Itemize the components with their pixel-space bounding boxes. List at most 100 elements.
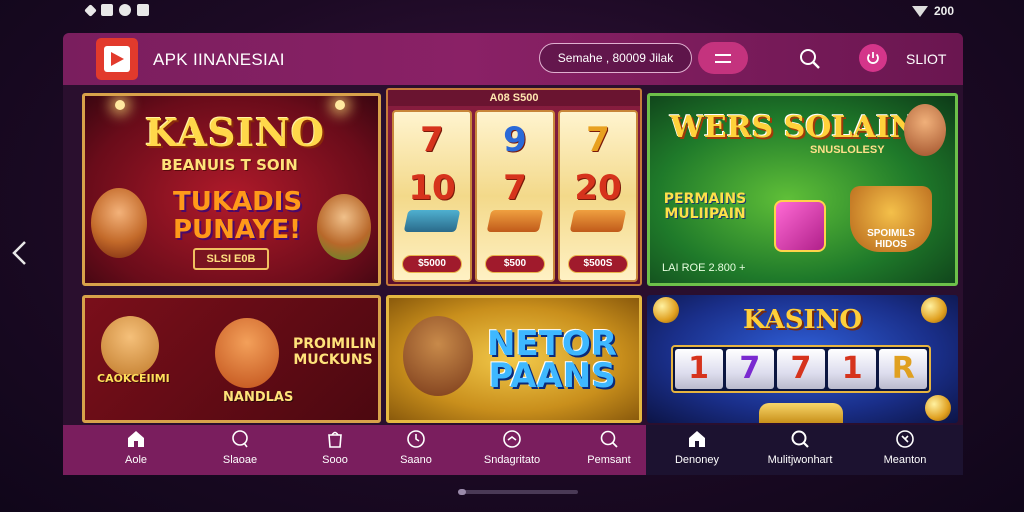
search-icon xyxy=(791,430,809,448)
search-icon xyxy=(600,430,618,448)
menu-button[interactable] xyxy=(698,42,748,74)
nav-label: Slaoae xyxy=(222,454,258,466)
reel-symbol: R xyxy=(879,349,928,389)
tile-plate: SLSI E0B xyxy=(193,248,269,270)
gem-icon xyxy=(569,210,627,232)
gem-icon xyxy=(403,210,461,232)
nav-item-mulitjwonhart[interactable]: Mulitjwonhart xyxy=(754,429,846,473)
bottom-nav: Aole Slaoae Sooo Saano Sndagritato Pemsa… xyxy=(63,425,963,475)
tile-badge: PERMAINS MULIIPAIN xyxy=(663,191,747,222)
nav-label: Aole xyxy=(124,454,148,466)
tile-footer: LAI ROE 2.800 + xyxy=(662,262,746,274)
home-indicator[interactable] xyxy=(458,489,578,495)
reel-symbol: 1 xyxy=(828,349,877,389)
coin-icon xyxy=(925,395,951,421)
nav-item-saano[interactable]: Saano xyxy=(370,429,462,473)
reel-symbol: 7 xyxy=(503,168,527,208)
nav-item-meanton[interactable]: Meanton xyxy=(859,429,951,473)
nav-item-denoney[interactable]: Denoney xyxy=(651,429,743,473)
spotlight xyxy=(115,100,125,110)
reel-price: $500 xyxy=(485,255,545,273)
chevron-left-icon[interactable] xyxy=(8,238,32,268)
nav-label: Denoney xyxy=(674,454,720,466)
tile-title: KASINO xyxy=(743,305,863,335)
coin-icon xyxy=(653,297,679,323)
nav-item-sndagritato[interactable]: Sndagritato xyxy=(466,429,558,473)
status-bar: 200 xyxy=(0,0,1024,24)
nav-item-pemsant[interactable]: Pemsant xyxy=(563,429,655,473)
status-time: 200 xyxy=(933,4,954,18)
chat-icon xyxy=(232,430,248,448)
gift-icon xyxy=(774,200,826,252)
power-icon xyxy=(867,52,879,64)
reel-symbol: 9 xyxy=(503,120,527,160)
nav-label: Pemsant xyxy=(587,454,631,466)
reel-symbol: 20 xyxy=(574,168,622,208)
nav-label: Mulitjwonhart xyxy=(767,454,833,466)
slot-label[interactable]: SLIOT xyxy=(906,51,946,67)
reel-symbol: 7 xyxy=(725,349,774,389)
home-icon xyxy=(689,431,705,447)
notification-icon xyxy=(101,4,113,16)
nav-item-slaoae[interactable]: Slaoae xyxy=(194,429,286,473)
reel-symbol: 10 xyxy=(408,168,456,208)
tile-subtitle: SNUSLOLESY xyxy=(810,144,885,156)
tile-badge: CAOKCEIIMI xyxy=(97,372,170,385)
game-tile-netor[interactable]: NETOR PAANS xyxy=(386,295,642,423)
nav-label: Saano xyxy=(400,454,432,466)
reel-price: $5000 xyxy=(402,255,462,273)
nav-label: Meanton xyxy=(883,454,927,466)
mascot-image xyxy=(101,316,159,376)
status-icons-right: 200 xyxy=(911,4,954,18)
spotlight xyxy=(335,100,345,110)
nav-label: Sndagritato xyxy=(483,454,541,466)
game-tile-kasino-slots[interactable]: KASINO 1 7 7 1 R xyxy=(647,295,958,423)
game-tile-reels[interactable]: A08 S500 7 10 $5000 9 7 $500 7 20 $500S xyxy=(386,88,642,286)
game-tile-wers[interactable]: WERS SOLAING SNUSLOLESY PERMAINS MULIIPA… xyxy=(647,93,958,286)
game-tile-kasino[interactable]: KASINO BEANUIS T SOIN TUKADIS PUNAYE! SL… xyxy=(82,93,381,286)
menu-icon xyxy=(715,60,731,63)
game-tile-dogs[interactable]: CAOKCEIIMI PROIMILIN MUCKUNS NANDLAS xyxy=(82,295,381,423)
wifi-icon xyxy=(911,5,928,17)
search-icon[interactable] xyxy=(798,47,822,71)
tile-headline: TUKADIS PUNAYE! xyxy=(173,187,303,245)
status-icons-left xyxy=(84,4,149,17)
nav-item-sooo[interactable]: Sooo xyxy=(289,429,381,473)
coin-icon xyxy=(921,297,947,323)
nav-label: Sooo xyxy=(322,454,348,466)
reel-price: $500S xyxy=(568,255,628,273)
tile-title: PROIMILIN MUCKUNS xyxy=(293,336,377,368)
reel: 7 10 $5000 xyxy=(392,110,472,282)
notification-icon xyxy=(84,4,97,17)
tile-title: NETOR PAANS xyxy=(487,324,617,396)
search-field[interactable]: Semahe , 80009 Jilak xyxy=(539,43,692,73)
bag-icon xyxy=(328,431,342,448)
reel-symbol: 1 xyxy=(674,349,723,389)
gauge-icon xyxy=(503,430,521,448)
reel-symbol: 7 xyxy=(420,120,444,160)
reel-symbol: 7 xyxy=(586,120,610,160)
tile-subtitle: BEANUIS T SOIN xyxy=(161,156,298,174)
notification-icon xyxy=(137,4,149,16)
slot-reels: 1 7 7 1 R xyxy=(671,345,931,393)
mascot-image xyxy=(215,318,279,388)
mascot-image xyxy=(317,194,371,260)
menu-icon xyxy=(715,53,731,56)
power-button[interactable] xyxy=(859,44,887,72)
coin-plate xyxy=(759,403,843,423)
tile-badge: SPOIMILS HIDOS xyxy=(850,186,932,252)
nav-item-aole[interactable]: Aole xyxy=(90,429,182,473)
compass-icon xyxy=(896,430,914,448)
app-logo[interactable] xyxy=(96,38,138,80)
mascot-image xyxy=(904,104,946,156)
tile-title: KASINO xyxy=(145,110,326,155)
reel: 9 7 $500 xyxy=(475,110,555,282)
clock-icon xyxy=(407,430,425,448)
reel: 7 20 $500S xyxy=(558,110,638,282)
app-header: APK IINANESIAI Semahe , 80009 Jilak SLIO… xyxy=(63,33,963,85)
reel-symbol: 7 xyxy=(776,349,825,389)
home-icon xyxy=(128,431,144,447)
mascot-image xyxy=(403,316,473,396)
app-title: APK IINANESIAI xyxy=(153,50,285,69)
reel-header: A08 S500 xyxy=(388,90,640,106)
